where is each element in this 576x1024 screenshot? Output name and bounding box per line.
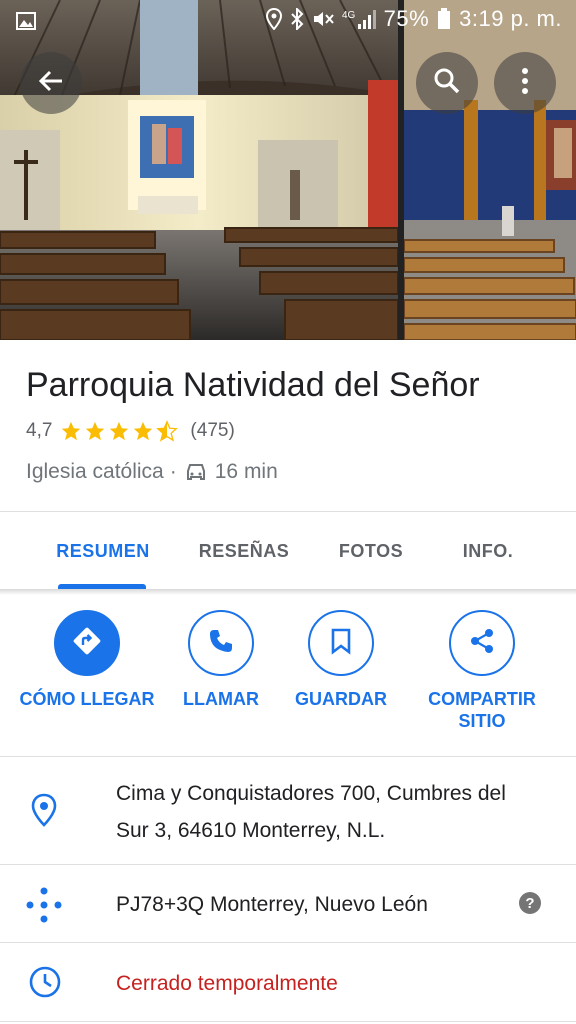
phone-icon (207, 627, 235, 660)
gallery-notification-icon (16, 10, 36, 36)
share-icon (468, 627, 496, 660)
search-icon (433, 67, 461, 100)
church-altar-photo[interactable] (404, 0, 576, 340)
directions-label: CÓMO LLEGAR (19, 689, 155, 709)
search-button[interactable] (416, 52, 478, 114)
bookmark-icon (329, 627, 353, 660)
directions-icon (72, 626, 102, 661)
clock-icon (28, 965, 62, 1004)
hours-row[interactable]: Cerrado temporalmente (0, 943, 576, 1021)
address-row[interactable]: Cima y Conquistadores 700, Cumbres del S… (0, 757, 576, 864)
help-icon[interactable]: ? (518, 891, 542, 920)
call-label: LLAMAR (183, 689, 259, 709)
tab-fotos[interactable]: FOTOS (320, 512, 422, 590)
call-circle[interactable] (188, 610, 254, 676)
car-icon (185, 462, 207, 482)
save-label: GUARDAR (295, 689, 387, 709)
location-icon (265, 8, 282, 30)
hours-status: Cerrado temporalmente (116, 972, 338, 995)
call-button[interactable]: LLAMAR (151, 610, 291, 710)
directions-circle[interactable] (54, 610, 120, 676)
svg-text:4G: 4G (342, 10, 356, 21)
tab-resenas[interactable]: RESEÑAS (184, 512, 304, 590)
divider (0, 1021, 576, 1022)
star-icon (62, 421, 81, 441)
review-count: (475) (190, 420, 235, 441)
mute-icon (312, 9, 334, 29)
arrow-back-icon (37, 67, 65, 100)
battery-percent: 75% (383, 6, 430, 31)
tab-bar: RESUMEN RESEÑAS FOTOS INFO. (0, 512, 576, 590)
signal-icon: 4G (342, 8, 376, 30)
directions-button[interactable]: CÓMO LLEGAR (17, 610, 157, 710)
status-bar: 4G 75% 3:19 p. m. (0, 0, 576, 40)
more-vert-icon (521, 67, 529, 100)
plus-code-row[interactable]: PJ78+3Q Monterrey, Nuevo León ? (0, 865, 576, 942)
star-icon (110, 421, 129, 441)
save-button[interactable]: GUARDAR (271, 610, 411, 710)
plus-code-icon (24, 885, 64, 930)
tab-info[interactable]: INFO. (440, 512, 536, 590)
star-half-icon (156, 420, 179, 442)
share-circle[interactable] (449, 610, 515, 676)
rating-row[interactable]: 4,7 (475) (26, 420, 235, 442)
battery-icon (437, 8, 451, 30)
rating-stars (60, 420, 180, 442)
location-pin-icon (30, 793, 58, 832)
clock: 3:19 p. m. (459, 6, 562, 31)
category-row: Iglesia católica · 16 min (26, 460, 278, 484)
travel-time: 16 min (214, 460, 278, 483)
separator-dot: · (169, 460, 177, 483)
photo-gallery[interactable]: 4G 75% 3:19 p. m. (0, 0, 576, 340)
more-options-button[interactable] (494, 52, 556, 114)
plus-code-text: PJ78+3Q Monterrey, Nuevo León (116, 893, 428, 916)
tab-resumen[interactable]: RESUMEN (42, 512, 164, 590)
save-circle[interactable] (308, 610, 374, 676)
star-icon (86, 421, 105, 441)
bluetooth-icon (290, 8, 304, 30)
share-label: COMPARTIR SITIO (428, 689, 536, 731)
star-icon (134, 421, 153, 441)
place-category: Iglesia católica (26, 460, 164, 483)
back-button[interactable] (20, 52, 82, 114)
address-text: Cima y Conquistadores 700, Cumbres del S… (116, 782, 506, 842)
rating-value: 4,7 (26, 420, 53, 441)
tabs-shadow (0, 589, 576, 595)
svg-text:?: ? (525, 895, 534, 912)
church-interior-photo[interactable] (0, 0, 398, 340)
share-button[interactable]: COMPARTIR SITIO (412, 610, 552, 732)
place-title: Parroquia Natividad del Señor (26, 366, 480, 404)
